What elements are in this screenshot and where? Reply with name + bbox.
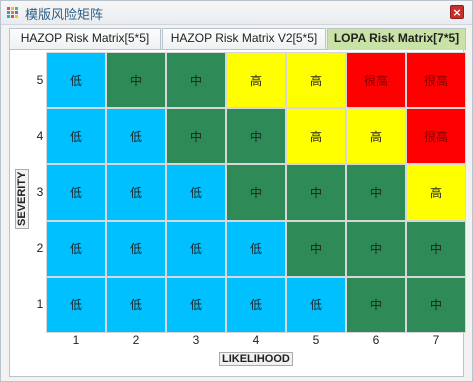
matrix-cell[interactable]: 低 (46, 220, 106, 277)
matrix-cell[interactable]: 低 (106, 108, 166, 165)
matrix-cell[interactable]: 低 (226, 276, 286, 333)
matrix-cell[interactable]: 中 (286, 220, 346, 277)
matrix-cell[interactable]: 中 (346, 220, 406, 277)
matrix-cell[interactable]: 中 (406, 220, 466, 277)
matrix-cell[interactable]: 中 (406, 276, 466, 333)
matrix-cell[interactable]: 高 (406, 164, 466, 221)
matrix-cell[interactable]: 高 (346, 108, 406, 165)
tab-lopa-7x5[interactable]: LOPA Risk Matrix[7*5] (327, 28, 466, 50)
matrix-cell[interactable]: 低 (166, 164, 226, 221)
title-bar[interactable]: 模版风险矩阵 × (1, 1, 472, 25)
close-icon[interactable]: × (450, 5, 464, 19)
matrix-cell[interactable]: 低 (46, 276, 106, 333)
likelihood-axis-label: LIKELIHOOD (219, 352, 293, 366)
matrix-cell[interactable]: 高 (226, 52, 286, 109)
matrix-cell[interactable]: 高 (286, 52, 346, 109)
likelihood-label-2: 2 (132, 333, 140, 347)
matrix-cell[interactable]: 低 (166, 220, 226, 277)
matrix-cell[interactable]: 中 (106, 52, 166, 109)
matrix-cell[interactable]: 低 (106, 220, 166, 277)
matrix-cell[interactable]: 中 (166, 52, 226, 109)
matrix-cell[interactable]: 中 (346, 164, 406, 221)
likelihood-label-7: 7 (432, 333, 440, 347)
tab-hazop-5x5[interactable]: HAZOP Risk Matrix[5*5] (9, 28, 161, 49)
severity-label-4: 4 (36, 129, 44, 143)
severity-axis-label: SEVERITY (15, 168, 29, 229)
severity-label-1: 1 (36, 297, 44, 311)
matrix-cell[interactable]: 中 (166, 108, 226, 165)
matrix-cell[interactable]: 中 (286, 164, 346, 221)
matrix-cell[interactable]: 高 (286, 108, 346, 165)
severity-label-5: 5 (36, 73, 44, 87)
tab-hazop-v2-5x5[interactable]: HAZOP Risk Matrix V2[5*5] (162, 28, 326, 49)
severity-label-2: 2 (36, 241, 44, 255)
risk-matrix-grid: 低 中 中 高 高 很高 很高 低 低 中 中 高 高 很高 低 低 低 中 中… (46, 52, 466, 333)
matrix-cell[interactable]: 低 (106, 276, 166, 333)
matrix-cell[interactable]: 很高 (406, 52, 466, 109)
matrix-cell[interactable]: 低 (226, 220, 286, 277)
matrix-cell[interactable]: 低 (286, 276, 346, 333)
matrix-cell[interactable]: 中 (226, 164, 286, 221)
severity-label-3: 3 (36, 185, 44, 199)
likelihood-label-5: 5 (312, 333, 320, 347)
likelihood-label-4: 4 (252, 333, 260, 347)
matrix-cell[interactable]: 低 (46, 108, 106, 165)
matrix-cell[interactable]: 很高 (346, 52, 406, 109)
likelihood-label-6: 6 (372, 333, 380, 347)
matrix-cell[interactable]: 很高 (406, 108, 466, 165)
app-grid-icon (7, 7, 18, 18)
risk-matrix-window: 模版风险矩阵 × HAZOP Risk Matrix[5*5] HAZOP Ri… (0, 0, 473, 382)
matrix-cell[interactable]: 低 (46, 52, 106, 109)
window-title: 模版风险矩阵 (25, 8, 104, 23)
tab-strip: HAZOP Risk Matrix[5*5] HAZOP Risk Matrix… (9, 28, 466, 50)
likelihood-label-3: 3 (192, 333, 200, 347)
matrix-cell[interactable]: 低 (106, 164, 166, 221)
matrix-cell[interactable]: 中 (346, 276, 406, 333)
matrix-cell[interactable]: 低 (46, 164, 106, 221)
matrix-cell[interactable]: 中 (226, 108, 286, 165)
matrix-cell[interactable]: 低 (166, 276, 226, 333)
likelihood-label-1: 1 (72, 333, 80, 347)
